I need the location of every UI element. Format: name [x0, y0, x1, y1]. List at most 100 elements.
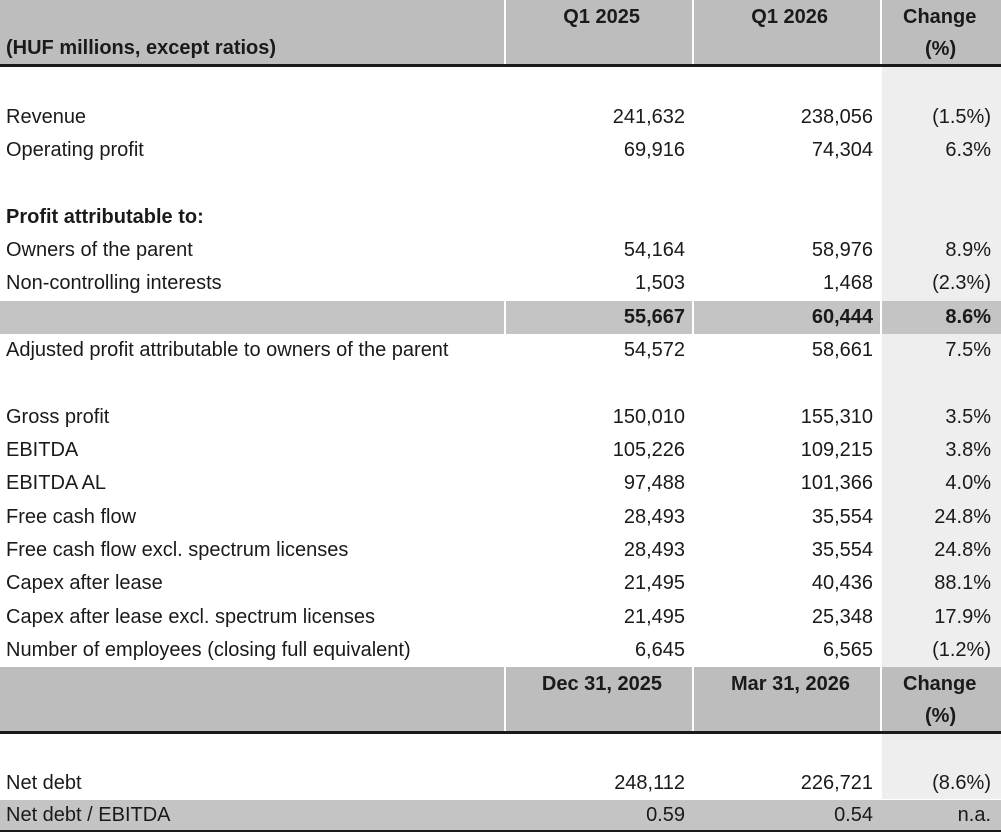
table-header: (HUF millions, except ratios) Q1 2025 Q1… — [0, 0, 1001, 64]
change-value: 3.5% — [945, 406, 991, 428]
value-col-2: 226,721 — [800, 772, 873, 794]
value-col-1: 21,495 — [623, 606, 685, 628]
change-value: (1.2%) — [932, 639, 991, 661]
table-row: EBITDA 105,226 109,215 3.8% — [0, 434, 1001, 467]
row-label: Capex after lease excl. spectrum license… — [6, 606, 376, 628]
value-col-1: 21,495 — [623, 572, 685, 594]
header-col-change: Change (%) — [882, 0, 1001, 64]
change-value: 6.3% — [945, 139, 991, 161]
header-col-q1-2026: Q1 2026 — [694, 0, 882, 64]
value-col-2: 74,304 — [811, 139, 873, 161]
row-label: Gross profit — [6, 406, 110, 428]
units-label: (HUF millions, except ratios) — [6, 37, 277, 59]
table-row: EBITDA AL 97,488 101,366 4.0% — [0, 467, 1001, 500]
change-value: 24.8% — [934, 506, 991, 528]
header2-col-dec-2025: Dec 31, 2025 — [506, 667, 694, 731]
table-row: Profit attributable to: — [0, 201, 1001, 234]
table-header-2: Dec 31, 2025 Mar 31, 2026 Change (%) — [0, 667, 1001, 731]
value-col-1: 6,645 — [634, 639, 685, 661]
value-col-2: 60,444 — [811, 306, 873, 328]
value-col-2: 6,565 — [822, 639, 873, 661]
value-col-1: 150,010 — [612, 406, 685, 428]
value-col-2: 238,056 — [800, 106, 873, 128]
value-col-2: 0.54 — [834, 804, 873, 826]
table-row: Free cash flow 28,493 35,554 24.8% — [0, 501, 1001, 534]
table-row: Revenue 241,632 238,056 (1.5%) — [0, 101, 1001, 134]
value-col-2: 1,468 — [822, 272, 873, 294]
value-col-2: 109,215 — [800, 439, 873, 461]
row-label: Number of employees (closing full equiva… — [6, 639, 411, 661]
table-row: Number of employees (closing full equiva… — [0, 634, 1001, 667]
financial-summary-table: (HUF millions, except ratios) Q1 2025 Q1… — [0, 0, 1001, 834]
change-value: 24.8% — [934, 539, 991, 561]
col-header-change: Change — [903, 6, 977, 28]
header-rule — [0, 64, 1001, 67]
row-label: Revenue — [6, 106, 87, 128]
value-col-1: 55,667 — [623, 306, 685, 328]
row-label: EBITDA AL — [6, 472, 107, 494]
row-label: Free cash flow excl. spectrum licenses — [6, 539, 349, 561]
value-col-2: 40,436 — [811, 572, 873, 594]
change-value: (8.6%) — [932, 772, 991, 794]
change-value: 7.5% — [945, 339, 991, 361]
row-label: Net debt / EBITDA — [6, 804, 171, 826]
change-value: 88.1% — [934, 572, 991, 594]
change-value: 17.9% — [934, 606, 991, 628]
table-row: Free cash flow excl. spectrum licenses 28… — [0, 534, 1001, 567]
value-col-1: 248,112 — [614, 772, 685, 794]
value-col-1: 69,916 — [623, 139, 685, 161]
row-label: Operating profit — [6, 139, 144, 161]
col-header-change-2: Change — [903, 673, 977, 695]
row-label: Net debt — [6, 772, 82, 794]
col-header-change-unit: (%) — [925, 38, 957, 60]
col-header-q1-2025: Q1 2025 — [563, 6, 640, 28]
col-header-dec-31-2025: Dec 31, 2025 — [541, 673, 662, 695]
change-value: n.a. — [957, 804, 991, 826]
change-value: 3.8% — [945, 439, 991, 461]
table-row: Net debt / EBITDA 0.59 0.54 n.a. — [0, 800, 1001, 833]
value-col-2: 35,554 — [811, 506, 873, 528]
value-col-1: 54,164 — [623, 239, 685, 261]
bottom-rule — [0, 830, 1001, 832]
table-row: Non-controlling interests 1,503 1,468 (2.3%… — [0, 267, 1001, 300]
value-col-1: 28,493 — [623, 539, 685, 561]
row-label: Owners of the parent — [6, 239, 193, 261]
table-row: Capex after lease excl. spectrum license… — [0, 601, 1001, 634]
row-label: Profit attributable to: — [6, 206, 204, 228]
row-label: EBITDA — [6, 439, 79, 461]
col-header-q1-2026: Q1 2026 — [751, 6, 828, 28]
col-header-mar-31-2026: Mar 31, 2026 — [731, 673, 850, 695]
value-col-1: 28,493 — [623, 506, 685, 528]
value-col-2: 25,348 — [811, 606, 873, 628]
value-col-1: 1,503 — [634, 272, 685, 294]
table-row: 55,667 60,444 8.6% — [0, 301, 1001, 334]
header-label-cell: (HUF millions, except ratios) — [0, 0, 506, 64]
row-label: Non-controlling interests — [6, 272, 222, 294]
value-col-1: 54,572 — [623, 339, 685, 361]
table-row: Gross profit 150,010 155,310 3.5% — [0, 401, 1001, 434]
table-row: Adjusted profit attributable to owners o… — [0, 334, 1001, 367]
table-row: Owners of the parent 54,164 58,976 8.9% — [0, 234, 1001, 267]
value-col-2: 58,661 — [811, 339, 873, 361]
change-value: 8.9% — [945, 239, 991, 261]
header2-col-change: Change (%) — [882, 667, 1001, 731]
change-value: 4.0% — [945, 472, 991, 494]
value-col-1: 0.59 — [646, 804, 685, 826]
header2-rule — [0, 731, 1001, 734]
table-row: Capex after lease 21,495 40,436 88.1% — [0, 567, 1001, 600]
row-label: Adjusted profit attributable to owners o… — [6, 339, 449, 361]
change-value: (1.5%) — [932, 106, 991, 128]
col-header-change-unit-2: (%) — [925, 705, 957, 727]
table-row: Operating profit 69,916 74,304 6.3% — [0, 134, 1001, 167]
header2-label-cell — [0, 667, 506, 731]
value-col-1: 105,226 — [612, 439, 685, 461]
value-col-1: 241,632 — [612, 106, 685, 128]
header2-col-mar-2026: Mar 31, 2026 — [694, 667, 882, 731]
row-label: Free cash flow — [6, 506, 137, 528]
value-col-1: 97,488 — [623, 472, 685, 494]
change-value: (2.3%) — [932, 272, 991, 294]
value-col-2: 58,976 — [811, 239, 873, 261]
value-col-2: 35,554 — [811, 539, 873, 561]
row-label: Capex after lease — [6, 572, 163, 594]
table-row: Net debt 248,112 226,721 (8.6%) — [0, 767, 1001, 800]
